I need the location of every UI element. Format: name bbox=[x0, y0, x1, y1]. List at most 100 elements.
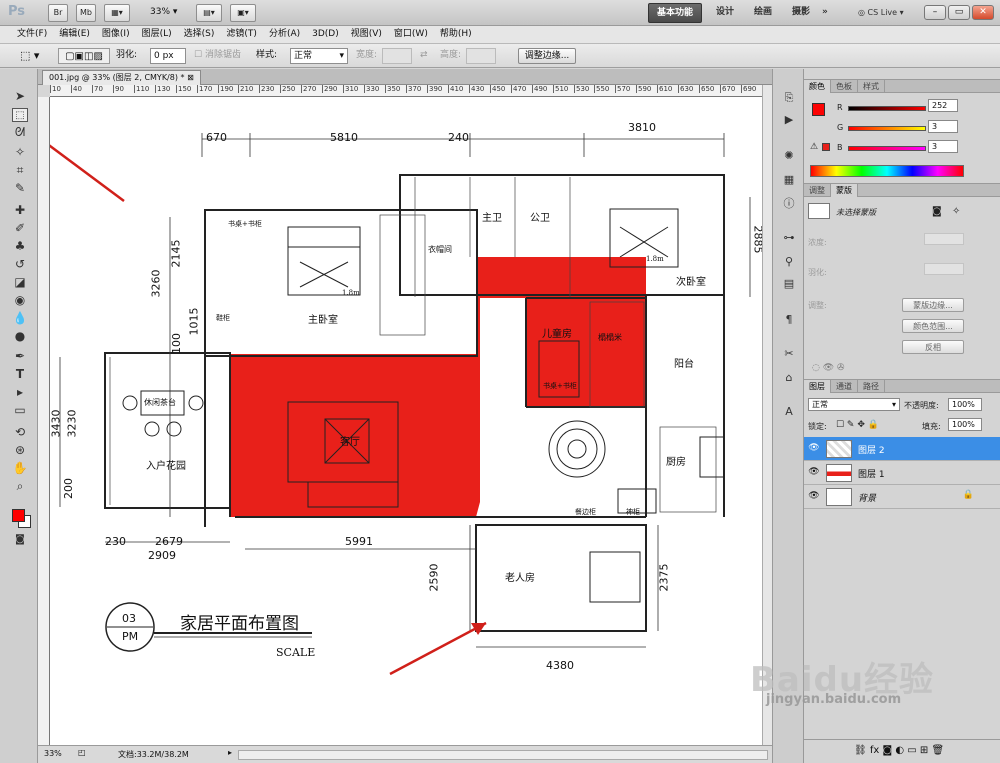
layer-row-2[interactable]: 👁 图层 2 bbox=[804, 437, 1000, 461]
eraser-tool-icon[interactable]: ◪ bbox=[12, 275, 28, 289]
clone-source-icon[interactable]: ⚲ bbox=[782, 255, 796, 269]
brush-panel-icon[interactable]: ▤ bbox=[782, 277, 796, 291]
refine-edge-button[interactable]: 调整边缘... bbox=[518, 48, 576, 64]
menu-analysis[interactable]: 分析(A) bbox=[264, 26, 305, 43]
mask-edge-button[interactable]: 蒙版边缘... bbox=[902, 298, 964, 312]
b-value[interactable]: 3 bbox=[928, 140, 958, 153]
tab-layers[interactable]: 图层 bbox=[804, 380, 831, 393]
3d-panel-icon[interactable]: ✺ bbox=[782, 149, 796, 163]
vertical-scrollbar[interactable] bbox=[762, 85, 772, 745]
pixel-mask-icon[interactable]: ◙ bbox=[932, 206, 942, 217]
r-slider[interactable] bbox=[848, 106, 926, 111]
status-menu-arrow-icon[interactable]: ▸ bbox=[228, 748, 232, 757]
tab-adjustments[interactable]: 调整 bbox=[804, 184, 831, 197]
menu-image[interactable]: 图像(I) bbox=[97, 26, 135, 43]
lasso-tool-icon[interactable]: ᘛ bbox=[12, 125, 28, 139]
layers-footer-icons[interactable]: ⛓ fx ◙ ◐ ▭ ⊞ 🗑 bbox=[804, 739, 1000, 763]
g-value[interactable]: 3 bbox=[928, 120, 958, 133]
b-slider[interactable] bbox=[848, 146, 926, 151]
quick-select-tool-icon[interactable]: ✧ bbox=[12, 145, 28, 159]
paint-bucket-icon[interactable]: ◉ bbox=[12, 293, 28, 307]
more-workspaces-button[interactable]: » bbox=[814, 3, 836, 23]
view-extras-button[interactable]: ▦▾ bbox=[104, 4, 130, 22]
selection-mode-buttons[interactable]: ▢▣◫▨ bbox=[58, 48, 110, 64]
brush-presets-icon[interactable]: ⊶ bbox=[782, 231, 796, 245]
dodge-tool-icon[interactable]: ● bbox=[12, 329, 28, 343]
antialias-checkbox[interactable]: ☐ 消除锯齿 bbox=[194, 48, 241, 64]
workspace-painting[interactable]: 绘画 bbox=[746, 3, 780, 23]
document-tab[interactable]: 001.jpg @ 33% (图层 2, CMYK/8) * ⊠ bbox=[42, 70, 201, 85]
history-brush-icon[interactable]: ↺ bbox=[12, 257, 28, 271]
bridge-button[interactable]: Br bbox=[48, 4, 68, 22]
maximize-button[interactable]: ▭ bbox=[948, 5, 970, 20]
actions-panel-icon[interactable]: ▶ bbox=[782, 113, 796, 127]
cs-live-button[interactable]: ◎ CS Live ▾ bbox=[850, 3, 912, 23]
menu-file[interactable]: 文件(F) bbox=[12, 26, 52, 43]
type-tool-icon[interactable]: T bbox=[12, 367, 28, 381]
path-select-icon[interactable]: ▸ bbox=[12, 385, 28, 399]
menu-window[interactable]: 窗口(W) bbox=[389, 26, 433, 43]
tool-presets-icon[interactable]: ✂ bbox=[782, 347, 796, 361]
hand-tool-icon[interactable]: ✋ bbox=[12, 461, 28, 475]
vector-mask-icon[interactable]: ✧ bbox=[952, 206, 960, 217]
arrange-documents-button[interactable]: ▤▾ bbox=[196, 4, 222, 22]
menu-select[interactable]: 选择(S) bbox=[179, 26, 220, 43]
tab-channels[interactable]: 通道 bbox=[831, 380, 858, 393]
fill-input[interactable]: 100% bbox=[948, 418, 982, 431]
feather-input[interactable]: 0 px bbox=[150, 48, 186, 64]
eye-icon[interactable]: 👁 bbox=[808, 467, 820, 478]
info-panel-icon[interactable]: ⓘ bbox=[782, 197, 796, 211]
shape-tool-icon[interactable]: ▭ bbox=[12, 403, 28, 417]
brush-tool-icon[interactable]: ✐ bbox=[12, 221, 28, 235]
workspace-essentials[interactable]: 基本功能 bbox=[648, 3, 703, 23]
r-value[interactable]: 252 bbox=[928, 99, 958, 112]
tab-masks[interactable]: 蒙版 bbox=[831, 184, 858, 197]
width-input[interactable] bbox=[382, 48, 412, 64]
move-tool-icon[interactable]: ➤ bbox=[12, 89, 28, 103]
3d-orbit-icon[interactable]: ⊛ bbox=[12, 443, 28, 457]
blur-tool-icon[interactable]: 💧 bbox=[12, 311, 28, 325]
mask-footer-icons[interactable]: ◌ 👁 ✇ bbox=[812, 363, 845, 373]
menu-filter[interactable]: 滤镜(T) bbox=[221, 26, 262, 43]
screen-mode-button[interactable]: ▣▾ bbox=[230, 4, 256, 22]
foreground-color-swatch[interactable] bbox=[12, 509, 25, 522]
rect-marquee-tool-icon[interactable]: ⬚ bbox=[12, 108, 28, 122]
menu-help[interactable]: 帮助(H) bbox=[435, 26, 477, 43]
opacity-input[interactable]: 100% bbox=[948, 398, 982, 411]
navigator-panel-icon[interactable]: ▦ bbox=[782, 173, 796, 187]
tab-paths[interactable]: 路径 bbox=[858, 380, 885, 393]
minimize-button[interactable]: – bbox=[924, 5, 946, 20]
pen-tool-icon[interactable]: ✒ bbox=[12, 349, 28, 363]
style-select[interactable]: 正常 ▾ bbox=[290, 48, 348, 64]
history-panel-icon[interactable]: ⎘ bbox=[782, 91, 796, 105]
color-spectrum-bar[interactable] bbox=[810, 165, 964, 177]
marquee-preset-picker[interactable]: ⬚ ▾ bbox=[20, 48, 39, 64]
notes-panel-icon[interactable]: ⌂ bbox=[782, 371, 796, 385]
menu-3d[interactable]: 3D(D) bbox=[307, 26, 344, 43]
menu-view[interactable]: 视图(V) bbox=[346, 26, 387, 43]
tab-swatches[interactable]: 色板 bbox=[831, 80, 858, 93]
3d-rotate-icon[interactable]: ⟲ bbox=[12, 425, 28, 439]
zoom-tool-icon[interactable]: ⌕ bbox=[12, 479, 28, 493]
invert-button[interactable]: 反相 bbox=[902, 340, 964, 354]
tab-color[interactable]: 颜色 bbox=[804, 80, 831, 93]
eye-icon[interactable]: 👁 bbox=[808, 491, 820, 502]
close-button[interactable]: ✕ bbox=[972, 5, 994, 20]
eyedropper-tool-icon[interactable]: ✎ bbox=[12, 181, 28, 195]
close-tab-icon[interactable]: ⊠ bbox=[187, 73, 194, 82]
clone-stamp-icon[interactable]: ♣ bbox=[12, 239, 28, 253]
color-fg-swatch[interactable] bbox=[812, 103, 825, 116]
lock-icons[interactable]: ☐ ✎ ✥ 🔒 bbox=[836, 420, 879, 430]
workspace-design[interactable]: 设计 bbox=[708, 3, 742, 23]
zoom-level-dropdown[interactable]: 33% ▾ bbox=[150, 7, 177, 17]
height-input[interactable] bbox=[466, 48, 496, 64]
menu-edit[interactable]: 编辑(E) bbox=[54, 26, 95, 43]
color-range-button[interactable]: 颜色范围... bbox=[902, 319, 964, 333]
layer-row-background[interactable]: 👁 背景 🔒 bbox=[804, 485, 1000, 509]
quick-mask-icon[interactable]: ◙ bbox=[12, 533, 28, 547]
workspace-photography[interactable]: 摄影 bbox=[784, 3, 818, 23]
document-canvas[interactable]: 670 5810 240 3810 2145 3260 1015 100 343… bbox=[50, 97, 762, 745]
paragraph-panel-icon[interactable]: ¶ bbox=[782, 313, 796, 327]
blend-mode-select[interactable]: 正常 ▾ bbox=[808, 398, 900, 411]
menu-layer[interactable]: 图层(L) bbox=[137, 26, 177, 43]
